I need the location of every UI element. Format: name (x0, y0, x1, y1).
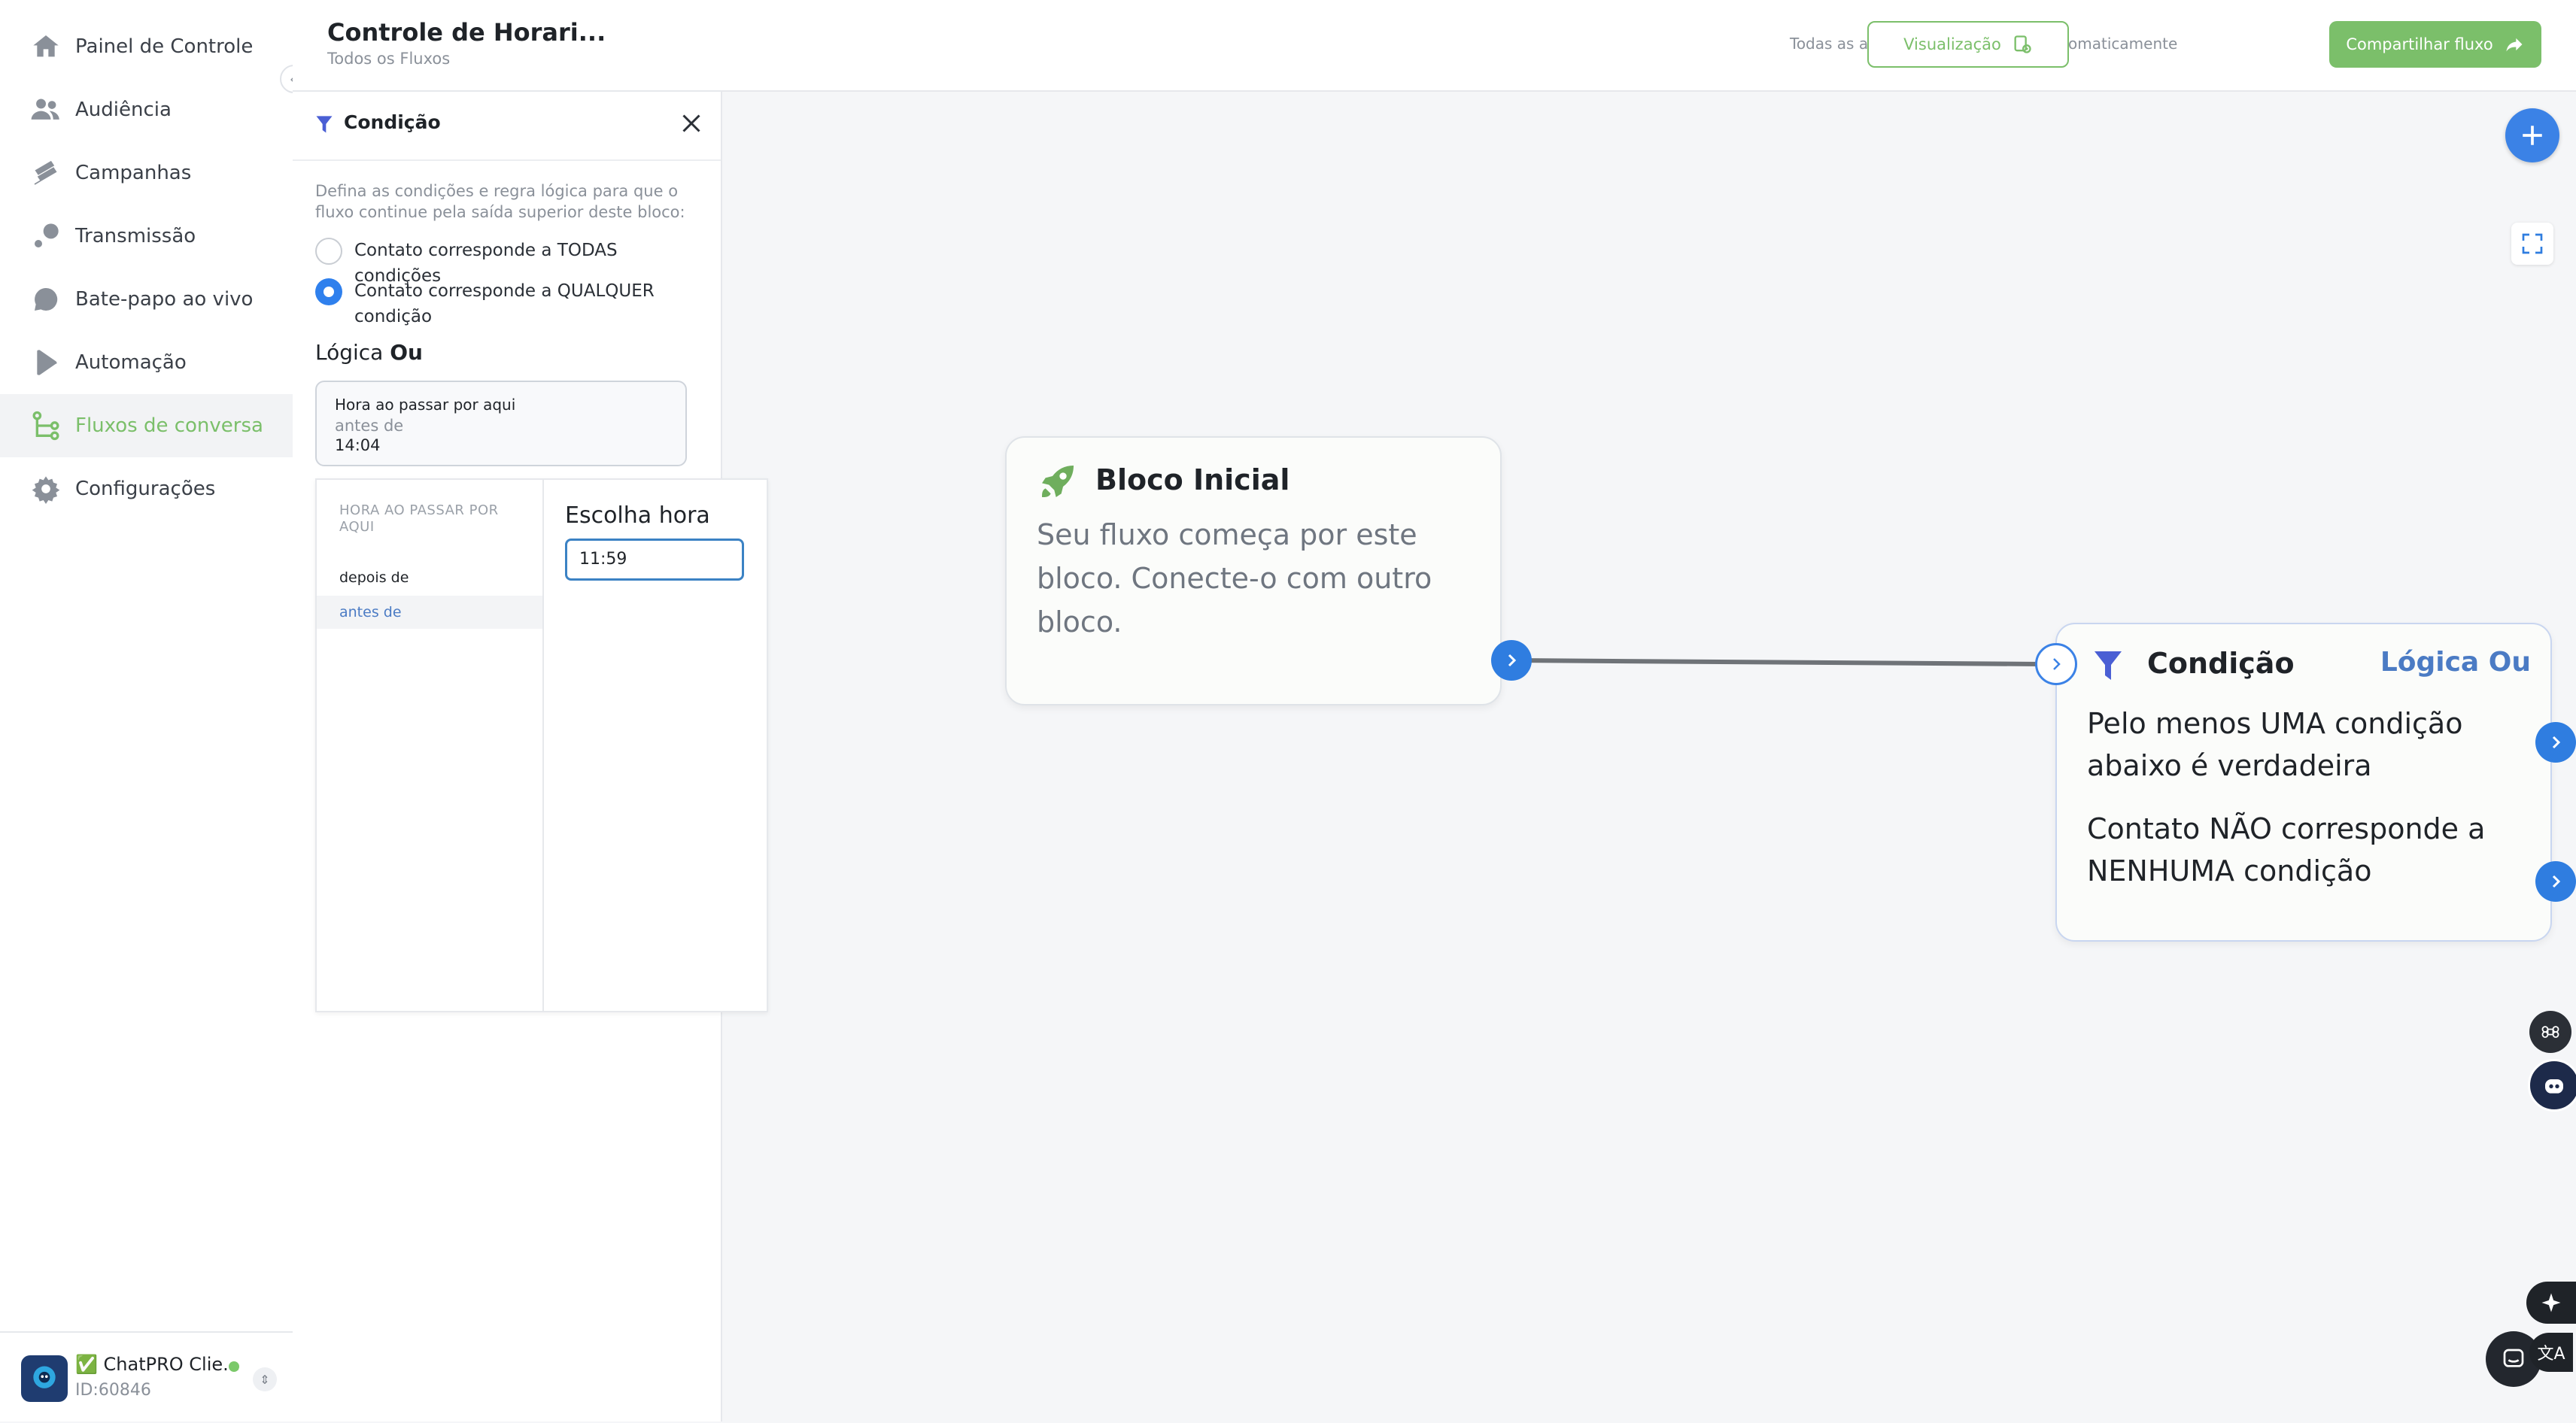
gear-icon (29, 472, 63, 506)
account-name: ✅ ChatPRO Clie... (75, 1354, 241, 1375)
radio-button[interactable] (315, 238, 342, 265)
start-output-port[interactable] (1491, 640, 1532, 681)
condition-false-text: Contato NÃO corresponde a NENHUMA condiç… (2087, 812, 2486, 887)
share-flow-button[interactable]: Compartilhar fluxo (2329, 21, 2541, 68)
sidebar-item-campanhas[interactable]: Campanhas (0, 141, 293, 205)
rocket-icon (1037, 460, 1079, 502)
breadcrumb[interactable]: Todos os Fluxos (327, 50, 450, 68)
preview-icon (2012, 34, 2033, 55)
add-block-button[interactable] (2505, 108, 2559, 162)
time-input[interactable]: 11:59 (565, 539, 744, 581)
account-id: ID:60846 (75, 1381, 151, 1400)
chat-bubble-icon (29, 282, 63, 317)
condition-input-port[interactable] (2035, 643, 2077, 685)
time-condition-picker: HORA AO PASSAR POR AQUI depois de antes … (315, 478, 768, 1012)
share-button-label: Compartilhar fluxo (2346, 35, 2493, 53)
condition-true-output-port[interactable] (2535, 722, 2576, 763)
sidebar-item-label: Automação (75, 351, 187, 374)
home-icon (29, 29, 63, 64)
sidebar-item-label: Configurações (75, 478, 216, 500)
sidebar-item-automacao[interactable]: Automação (0, 331, 293, 394)
operator-list-heading: HORA AO PASSAR POR AQUI (339, 502, 499, 535)
radio-button-selected[interactable] (315, 278, 342, 305)
operator-list: HORA AO PASSAR POR AQUI depois de antes … (317, 480, 544, 1011)
avatar (21, 1355, 68, 1402)
start-block-text: Seu fluxo começa por este bloco. Conecte… (1037, 518, 1432, 639)
account-switch-icon[interactable]: ⇕ (253, 1367, 277, 1391)
sidebar-item-label: Fluxos de conversa (75, 414, 263, 437)
users-icon (29, 93, 63, 127)
sidebar-item-fluxos-de-conversa[interactable]: Fluxos de conversa (0, 394, 293, 457)
filter-icon (315, 114, 333, 135)
preview-button-label: Visualização (1903, 35, 2001, 53)
panel-title: Condição (344, 111, 441, 133)
condition-block-title: Condição (2147, 647, 2295, 680)
condition-panel: Condição Defina as condições e regra lóg… (293, 92, 768, 1421)
condition-false-output-port[interactable] (2535, 861, 2576, 902)
operator-option-before[interactable]: antes de (317, 596, 542, 629)
online-status-dot (229, 1361, 239, 1372)
panel-description: Defina as condições e regra lógica para … (315, 182, 685, 221)
logic-summary: Lógica Ou (315, 340, 423, 365)
start-block-title: Bloco Inicial (1095, 463, 1290, 496)
sidebar-item-label: Audiência (75, 99, 172, 121)
campaign-icon (29, 156, 63, 190)
sidebar-item-label: Painel de Controle (75, 35, 254, 58)
sidebar-item-configuracoes[interactable]: Configurações (0, 457, 293, 520)
sidebar-item-painel-de-controle[interactable]: Painel de Controle (0, 15, 293, 78)
operator-option-after[interactable]: depois de (317, 561, 542, 594)
page-title[interactable]: Controle de Horari... (327, 18, 606, 47)
condition-block[interactable]: Condição Lógica Ou Pelo menos UMA condiç… (2055, 623, 2552, 942)
sidebar-item-audiencia[interactable]: Audiência (0, 78, 293, 141)
sidebar-item-transmissao[interactable]: Transmissão (0, 205, 293, 268)
broadcast-icon (29, 219, 63, 253)
filter-icon (2091, 648, 2128, 687)
condition-value: 14:04 (335, 436, 381, 454)
time-label: Escolha hora (565, 502, 710, 529)
condition-block-logic: Lógica Ou (2380, 647, 2531, 678)
header: Controle de Horari... Todos os Fluxos To… (293, 0, 2576, 92)
connection-line (1510, 658, 2041, 666)
sidebar-item-label: Campanhas (75, 162, 192, 184)
radio-label: Contato corresponde a QUALQUER condição (354, 281, 655, 326)
logic-value: Ou (390, 340, 423, 365)
account-switcher[interactable]: ✅ ChatPRO Clie... ID:60846 ⇕ (0, 1331, 293, 1423)
condition-title: Hora ao passar por aqui (335, 396, 516, 414)
share-icon (2504, 34, 2525, 55)
match-any-option[interactable]: Contato corresponde a QUALQUER condição (315, 278, 678, 329)
sidebar: Painel de Controle Audiência Campanhas T… (0, 0, 294, 1421)
start-block[interactable]: Bloco Inicial Seu fluxo começa por este … (1005, 436, 1502, 705)
logic-prefix: Lógica (315, 340, 384, 365)
sidebar-item-bate-papo[interactable]: Bate-papo ao vivo (0, 268, 293, 331)
automation-icon (29, 345, 63, 380)
command-icon[interactable] (2529, 1011, 2571, 1053)
close-icon[interactable] (678, 110, 705, 137)
flow-icon (29, 408, 63, 443)
assistant-bot-icon[interactable] (2528, 1059, 2576, 1112)
condition-card[interactable]: Hora ao passar por aqui antes de 14:04 (315, 381, 687, 466)
fullscreen-icon[interactable] (2511, 223, 2553, 265)
sidebar-item-label: Transmissão (75, 225, 196, 247)
condition-operator: antes de (335, 417, 404, 435)
condition-true-text: Pelo menos UMA condição abaixo é verdade… (2087, 707, 2463, 782)
preview-button[interactable]: Visualização (1867, 21, 2069, 68)
ai-sparkle-icon[interactable] (2526, 1282, 2576, 1324)
sidebar-item-label: Bate-papo ao vivo (75, 288, 254, 311)
panel-header: Condição (293, 92, 721, 161)
translate-icon[interactable]: 文A (2529, 1333, 2573, 1372)
